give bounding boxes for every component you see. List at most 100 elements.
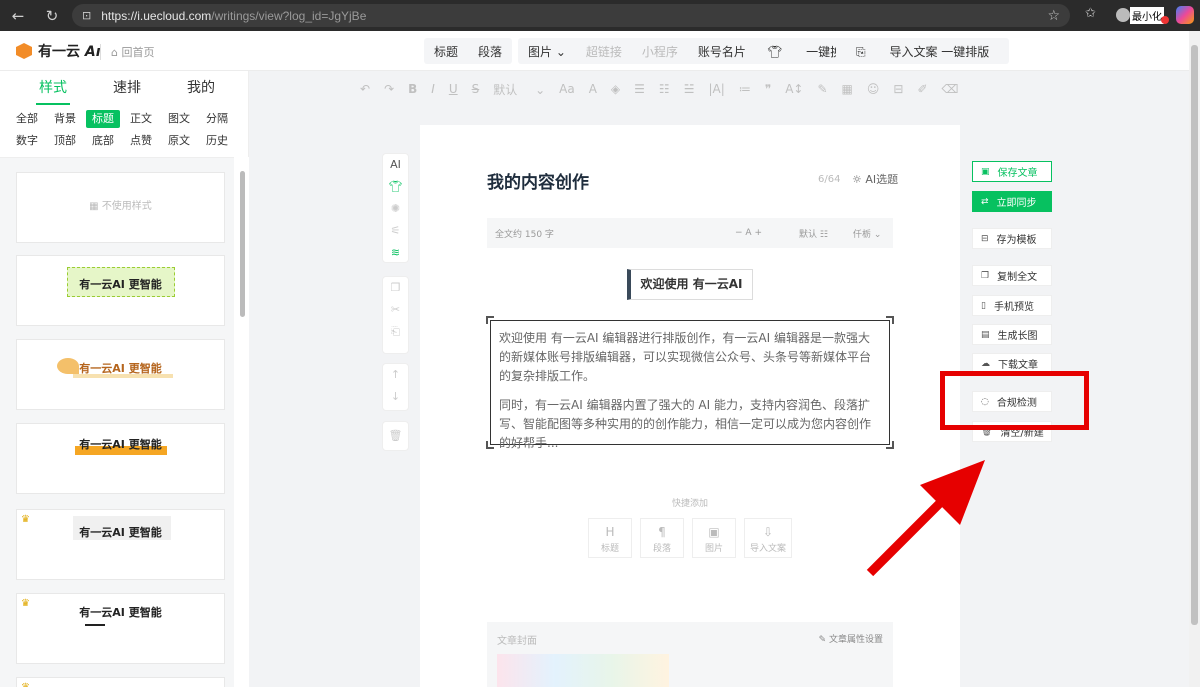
highlight-icon[interactable]: ◈ xyxy=(611,82,620,96)
ai-wand-icon[interactable]: ⚟ xyxy=(383,220,408,242)
ai-layers-icon[interactable]: ≋ xyxy=(383,242,408,264)
emoji-icon[interactable]: ☺ xyxy=(867,82,880,96)
cut-icon[interactable]: ✂ xyxy=(383,299,408,321)
align-center-icon[interactable]: ☷ xyxy=(659,82,670,96)
save-article-button[interactable]: ▣ 保存文章 xyxy=(972,161,1052,182)
font-color-icon[interactable]: A xyxy=(589,82,597,96)
tab-styles[interactable]: 样式 xyxy=(16,71,90,105)
insert-account-card-button[interactable]: 账号名片 xyxy=(688,43,756,60)
annotation-highlight-box xyxy=(940,371,1089,430)
category-background[interactable]: 背景 xyxy=(48,110,82,128)
quick-add-import-button[interactable]: ⇩ 导入文案 xyxy=(744,518,792,558)
category-original[interactable]: 原文 xyxy=(162,132,196,150)
paste-icon[interactable]: ⎗ xyxy=(383,321,408,343)
heading-block[interactable]: 欢迎使用 有一云AI xyxy=(627,269,753,300)
article-settings-link[interactable]: ✎ 文章属性设置 xyxy=(819,632,883,645)
bold-icon[interactable]: B xyxy=(408,82,417,96)
quote-icon[interactable]: ❞ xyxy=(765,82,771,96)
save-template-button[interactable]: ⊟ 存为模板 xyxy=(972,228,1052,249)
ai-sparkle-icon[interactable]: ✺ xyxy=(383,198,408,220)
style-card[interactable]: 有一云AI 更智能 xyxy=(16,255,225,326)
eraser-icon[interactable]: ⌫ xyxy=(942,82,959,96)
list-icon[interactable]: ≔ xyxy=(739,82,751,96)
undo-icon[interactable]: ↶ xyxy=(360,82,370,96)
bookmark-star-icon[interactable]: ☆ xyxy=(1047,8,1060,24)
style-card[interactable]: ♛ xyxy=(16,677,225,687)
line-spacing-select[interactable]: 默认 ☷ xyxy=(799,227,828,240)
category-title[interactable]: 标题 xyxy=(86,110,120,128)
move-up-icon[interactable]: ↑ xyxy=(383,364,408,386)
move-down-icon[interactable]: ↓ xyxy=(383,386,408,408)
import-layout-button[interactable]: ⎘ 导入文案 一键排版 xyxy=(836,38,1010,64)
generate-long-image-button[interactable]: ▤ 生成长图 xyxy=(972,324,1052,345)
style-list-scroll-thumb[interactable] xyxy=(240,171,245,317)
shirt-icon: 👕︎ xyxy=(767,44,783,59)
style-card[interactable]: ♛ 有一云AI 更智能 xyxy=(16,509,225,580)
logo[interactable]: 有一云 Aı xyxy=(16,41,101,61)
cover-image[interactable] xyxy=(497,654,669,687)
mobile-preview-button[interactable]: ▯ 手机预览 xyxy=(972,295,1052,316)
ai-topic-button[interactable]: ☼ AI选题 xyxy=(852,171,898,187)
site-info-icon[interactable]: ⊡ xyxy=(82,9,91,22)
style-card-none[interactable]: ▦ 不使用样式 xyxy=(16,172,225,243)
category-bottom[interactable]: 底部 xyxy=(86,132,120,150)
copy-all-button[interactable]: ❐ 复制全文 xyxy=(972,265,1052,286)
article-title-input[interactable]: 我的内容创作 xyxy=(487,168,589,193)
table-icon[interactable]: ▦ xyxy=(842,82,853,96)
insert-media-group: 图片 ⌄ 超链接 小程序 账号名片 xyxy=(518,38,756,64)
tab-mine[interactable]: 我的 xyxy=(164,71,238,105)
font-size-icon[interactable]: Aa xyxy=(559,82,575,96)
insert-paragraph-button[interactable]: 段落 xyxy=(468,43,512,60)
paragraph-text: 欢迎使用 有一云AI 编辑器进行排版创作，有一云AI 编辑器是一款强大的新媒体账… xyxy=(499,331,872,383)
format-painter-icon[interactable]: ✎ xyxy=(817,82,827,96)
letter-spacing-icon[interactable]: A↕ xyxy=(785,82,803,96)
quick-add-paragraph-button[interactable]: ¶ 段落 xyxy=(640,518,684,558)
category-all[interactable]: 全部 xyxy=(10,110,44,128)
copy-icon[interactable]: ❐ xyxy=(383,277,408,299)
font-family-select[interactable]: 默认 ⌄ xyxy=(493,81,545,98)
quick-add-image-button[interactable]: ▣ 图片 xyxy=(692,518,736,558)
category-number[interactable]: 数字 xyxy=(10,132,44,150)
insert-miniprogram-button[interactable]: 小程序 xyxy=(632,43,688,60)
quick-add-title-button[interactable]: H 标题 xyxy=(588,518,632,558)
justify-icon[interactable]: |A| xyxy=(708,82,724,96)
page-scroll-thumb[interactable] xyxy=(1191,45,1198,625)
home-link[interactable]: ⌂ 回首页 xyxy=(100,44,154,60)
category-divider[interactable]: 分隔 xyxy=(200,110,234,128)
indent-select[interactable]: 仟栃 ⌄ xyxy=(853,227,881,240)
strikethrough-icon[interactable]: S xyxy=(472,82,480,96)
align-right-icon[interactable]: ☱ xyxy=(684,82,695,96)
ai-label-icon[interactable]: AI xyxy=(383,154,408,176)
favorites-icon[interactable]: ✩ xyxy=(1085,6,1096,21)
trash-icon[interactable]: 🗑︎ xyxy=(383,422,408,444)
style-list-scrollbar[interactable] xyxy=(236,157,249,687)
style-card[interactable]: 有一云AI 更智能 xyxy=(16,423,225,494)
tab-quick-layout[interactable]: 速排 xyxy=(90,71,164,105)
paragraph-block[interactable]: 欢迎使用 有一云AI 编辑器进行排版创作，有一云AI 编辑器是一款强大的新媒体账… xyxy=(490,320,890,450)
italic-icon[interactable]: I xyxy=(431,82,435,96)
profile-button[interactable]: 最小化 xyxy=(1116,5,1169,25)
insert-title-button[interactable]: 标题 xyxy=(424,43,468,60)
sync-now-button[interactable]: ⇄ 立即同步 xyxy=(972,191,1052,212)
category-history[interactable]: 历史 xyxy=(200,132,234,150)
page-scrollbar[interactable] xyxy=(1189,31,1200,687)
category-like[interactable]: 点赞 xyxy=(124,132,158,150)
address-bar[interactable]: ⊡ https://i.uecloud.com/writings/view?lo… xyxy=(72,4,1070,27)
category-body[interactable]: 正文 xyxy=(124,110,158,128)
reload-icon[interactable]: ↻ xyxy=(42,6,62,26)
style-card[interactable]: 有一云AI 更智能 xyxy=(16,339,225,410)
back-icon[interactable]: ← xyxy=(8,6,28,26)
align-left-icon[interactable]: ☰ xyxy=(634,82,645,96)
ai-skin-icon[interactable]: 👕︎ xyxy=(383,176,408,198)
copilot-icon[interactable] xyxy=(1176,6,1194,24)
insert-link-button[interactable]: 超链接 xyxy=(576,43,632,60)
category-image-text[interactable]: 图文 xyxy=(162,110,196,128)
underline-icon[interactable]: U xyxy=(449,82,458,96)
insert-image-dropdown[interactable]: 图片 ⌄ xyxy=(518,43,576,60)
margin-icon[interactable]: ⊟ xyxy=(893,82,903,96)
style-card[interactable]: ♛ 有一云AI 更智能 xyxy=(16,593,225,664)
redo-icon[interactable]: ↷ xyxy=(384,82,394,96)
brush-icon[interactable]: ✐ xyxy=(917,82,927,96)
font-size-stepper[interactable]: − A + xyxy=(735,228,762,238)
category-top[interactable]: 顶部 xyxy=(48,132,82,150)
